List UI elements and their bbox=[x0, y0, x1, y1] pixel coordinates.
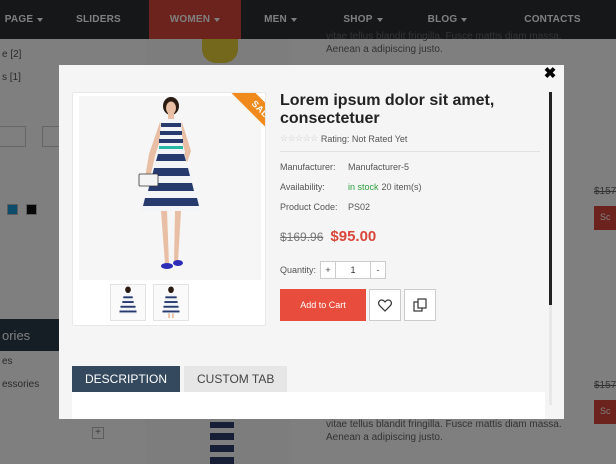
new-price: $95.00 bbox=[330, 228, 377, 245]
tab-description[interactable]: DESCRIPTION bbox=[72, 366, 181, 397]
product-details: Lorem ipsum dolor sit amet, consectetuer… bbox=[280, 92, 546, 321]
wishlist-button[interactable] bbox=[369, 289, 401, 321]
product-thumbnail[interactable] bbox=[110, 284, 146, 321]
tab-label: CUSTOM TAB bbox=[197, 372, 275, 386]
spec-label: Product Code: bbox=[280, 201, 338, 212]
spec-label: Manufacturer: bbox=[280, 161, 336, 172]
rating: ☆☆☆☆☆ Rating: Not Rated Yet bbox=[280, 133, 546, 144]
tab-label: DESCRIPTION bbox=[85, 372, 168, 386]
divider bbox=[280, 151, 540, 152]
product-gallery: SALE bbox=[72, 92, 266, 326]
old-price: $169.96 bbox=[280, 230, 324, 244]
spec-availability: Availability: in stock 20 item(s) bbox=[280, 181, 546, 192]
quantity-input[interactable] bbox=[335, 262, 372, 278]
add-to-cart-button[interactable]: Add to Cart bbox=[280, 289, 366, 321]
spec-manufacturer: Manufacturer: Manufacturer-5 bbox=[280, 161, 546, 172]
tab-custom[interactable]: CUSTOM TAB bbox=[184, 366, 288, 392]
stock-status: in stock bbox=[348, 181, 379, 192]
product-main-image[interactable] bbox=[79, 96, 261, 280]
product-title[interactable]: Lorem ipsum dolor sit amet, consectetuer bbox=[280, 92, 546, 128]
heart-icon bbox=[378, 298, 392, 312]
scrollbar-thumb[interactable] bbox=[549, 92, 552, 305]
actions: Add to Cart bbox=[280, 289, 546, 321]
quantity-row: Quantity: + - bbox=[280, 261, 546, 279]
quantity-decrease-button[interactable]: - bbox=[371, 262, 385, 278]
spec-product-code: Product Code: PS02 bbox=[280, 201, 546, 212]
manufacturer-link[interactable]: Manufacturer-5 bbox=[348, 162, 409, 172]
quick-view-modal: ✖ SALE Lorem ipsum dolor sit amet, conse… bbox=[59, 65, 564, 419]
quantity-label: Quantity: bbox=[280, 265, 317, 275]
price: $169.96 $95.00 bbox=[280, 228, 546, 245]
product-thumbnail[interactable] bbox=[153, 284, 189, 321]
stock-count: 20 item(s) bbox=[381, 181, 422, 192]
close-icon[interactable]: ✖ bbox=[543, 66, 557, 81]
compare-icon bbox=[413, 298, 427, 312]
star-rating-icon[interactable]: ☆☆☆☆☆ bbox=[280, 133, 318, 144]
quantity-stepper: + - bbox=[320, 261, 387, 279]
spec-label: Availability: bbox=[280, 181, 325, 192]
rating-text: Rating: Not Rated Yet bbox=[320, 133, 408, 144]
product-code: PS02 bbox=[348, 201, 371, 212]
tab-content bbox=[72, 392, 545, 419]
compare-button[interactable] bbox=[404, 289, 436, 321]
product-tabs: DESCRIPTION CUSTOM TAB bbox=[72, 366, 288, 397]
quantity-increase-button[interactable]: + bbox=[321, 262, 335, 278]
